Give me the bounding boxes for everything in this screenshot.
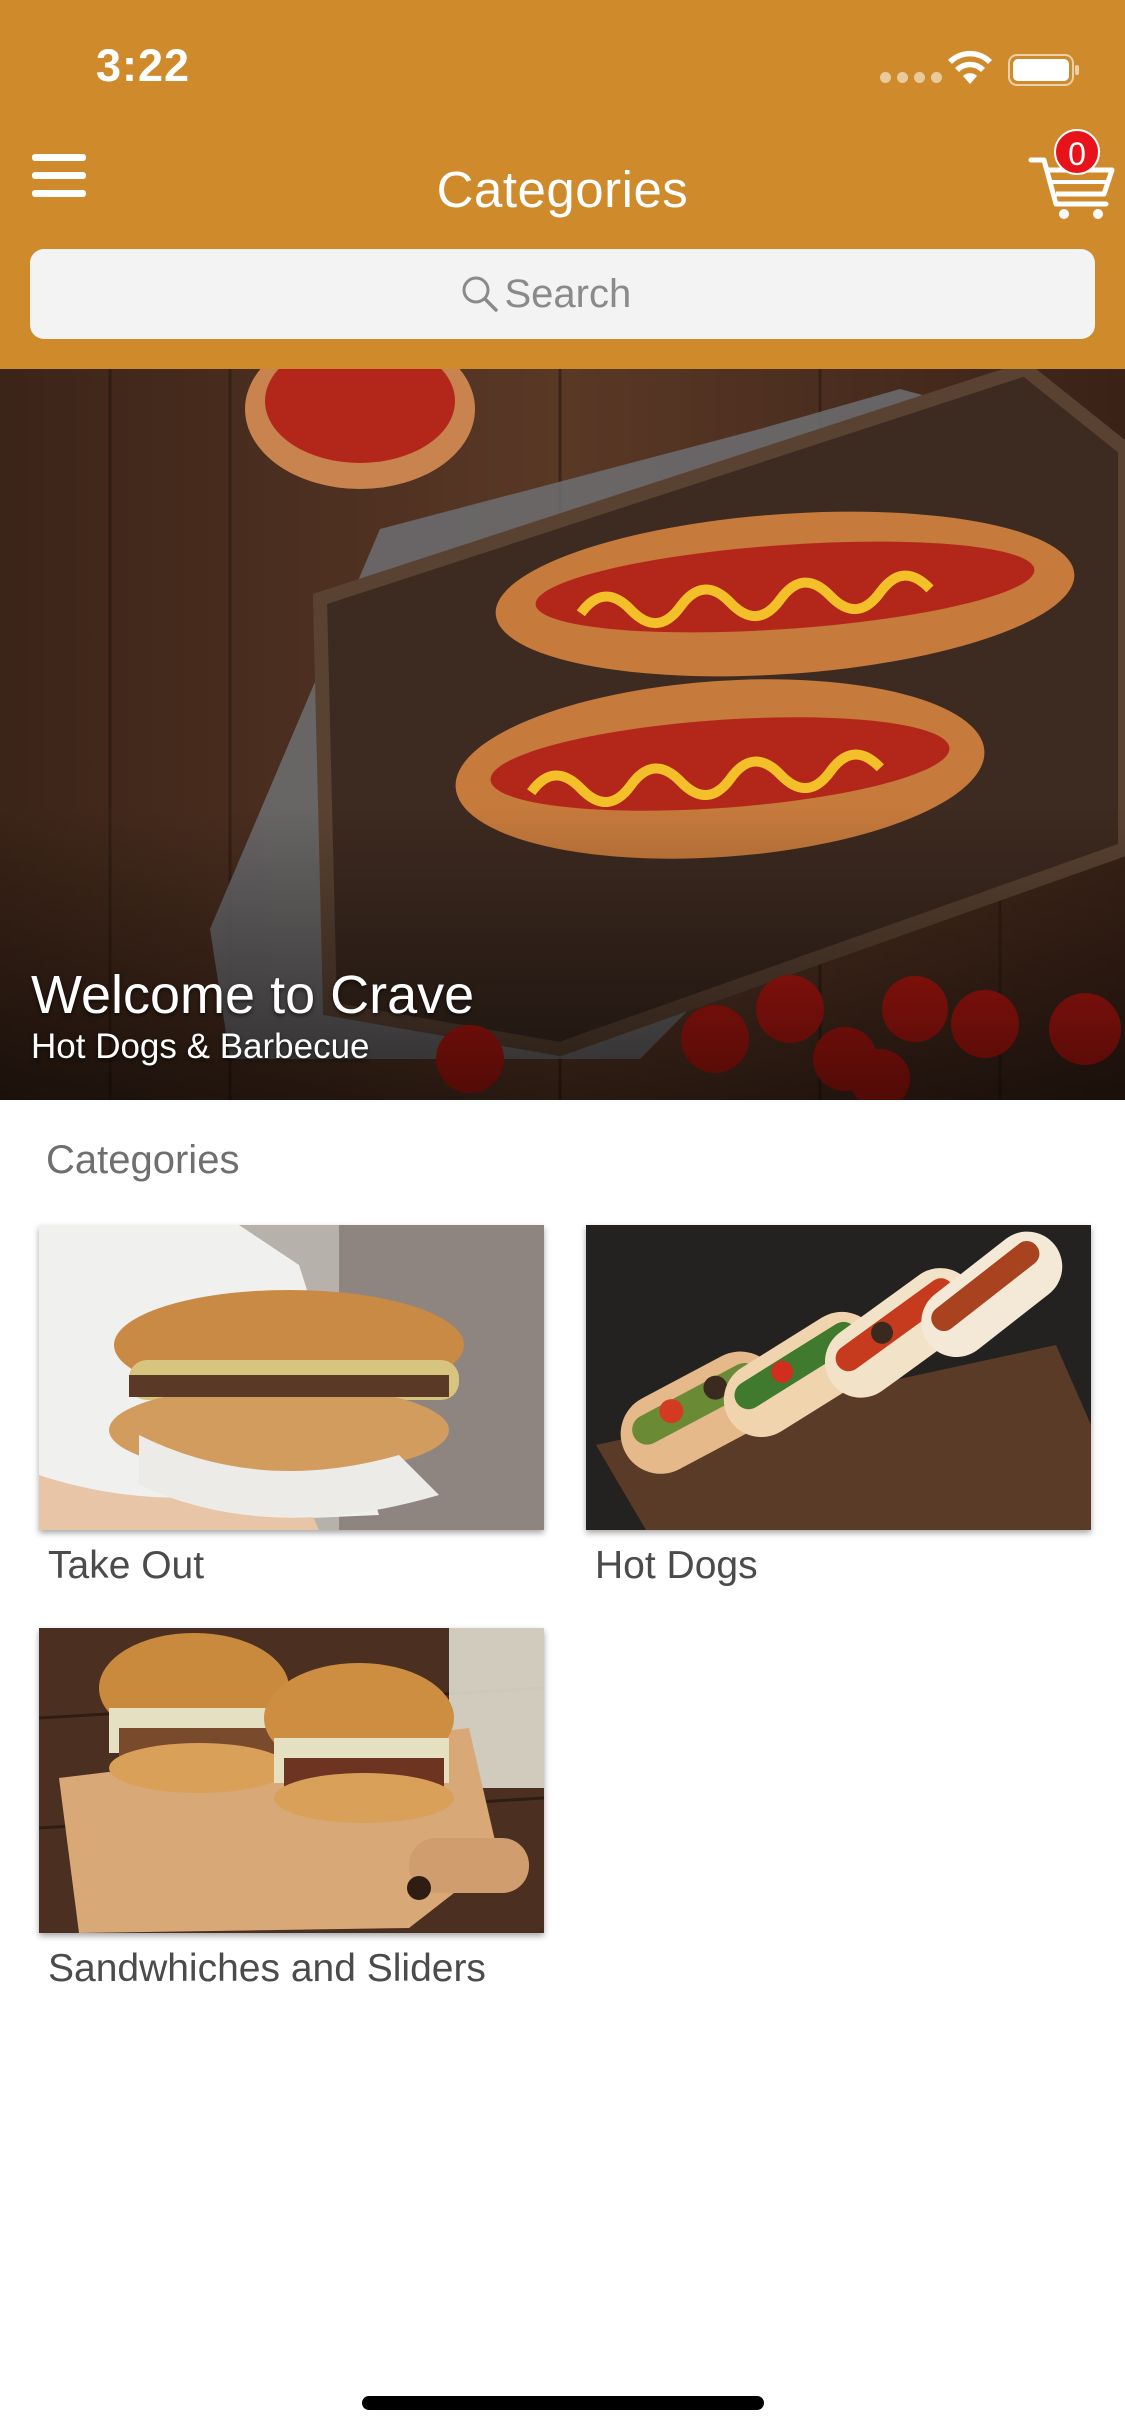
hero-banner[interactable]: Welcome to Crave Hot Dogs & Barbecue [0, 369, 1125, 1100]
wifi-icon [948, 50, 992, 84]
category-label: Sandwhiches and Sliders [48, 1947, 486, 1990]
categories-heading: Categories [46, 1138, 240, 1182]
category-label: Take Out [48, 1544, 205, 1587]
category-tile-take-out[interactable]: Take Out [39, 1225, 544, 1588]
cart-count-badge: 0 [1054, 129, 1100, 175]
search-icon [462, 276, 498, 312]
category-tile-sandwiches-and-sliders[interactable]: Sandwhiches and Sliders [39, 1628, 544, 1991]
hero-subtitle: Hot Dogs & Barbecue [31, 1027, 370, 1066]
category-image-hot-dogs [586, 1225, 1091, 1530]
search-bar[interactable] [30, 249, 1095, 339]
app-header: 3:22 Categories 0 [0, 0, 1125, 369]
battery-icon [1008, 54, 1079, 86]
status-time: 3:22 [96, 40, 191, 91]
search-input[interactable] [504, 271, 665, 317]
category-tile-hot-dogs[interactable]: Hot Dogs [586, 1225, 1091, 1588]
cellular-signal-icon [880, 70, 948, 88]
category-label: Hot Dogs [595, 1544, 758, 1587]
category-image-sandwiches-and-sliders [39, 1628, 544, 1933]
page-title: Categories [436, 161, 689, 218]
hero-title: Welcome to Crave [31, 965, 475, 1025]
category-image-take-out [39, 1225, 544, 1530]
home-indicator[interactable] [362, 2396, 764, 2410]
